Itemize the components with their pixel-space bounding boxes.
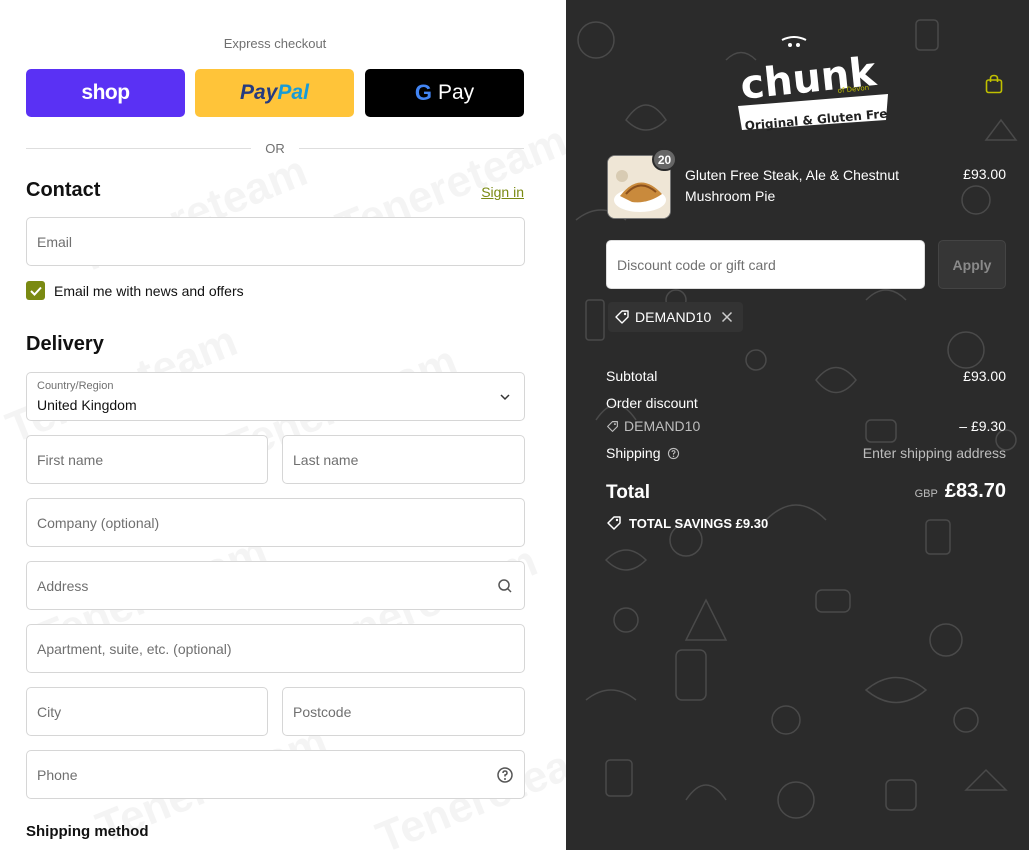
product-name: Gluten Free Steak, Ale & Chestnut Mushro…: [685, 167, 900, 204]
help-circle-icon[interactable]: [667, 447, 680, 460]
discount-code-input[interactable]: Discount code or gift card: [606, 240, 925, 289]
shop-pay-label: shop: [81, 81, 130, 104]
order-discount-row: Order discount: [606, 395, 1006, 411]
order-summary-panel: chunk of Devon Original & Gluten Free 20…: [566, 0, 1029, 850]
search-icon: [498, 579, 512, 593]
discount-value: – £9.30: [959, 418, 1006, 434]
country-value: United Kingdom: [37, 397, 137, 413]
chunk-of-devon-logo: chunk of Devon Original & Gluten Free: [738, 36, 888, 132]
shipping-value: Enter shipping address: [862, 445, 1006, 461]
newsletter-option[interactable]: Email me with news and offers: [26, 281, 244, 300]
discount-placeholder: Discount code or gift card: [617, 257, 776, 273]
paypal-label-pal: Pal: [277, 81, 309, 104]
apartment-placeholder: Apartment, suite, etc. (optional): [37, 641, 232, 657]
city-field[interactable]: City: [26, 687, 268, 736]
paypal-button[interactable]: Pay Pal: [195, 69, 354, 117]
subtotal-row: Subtotal £93.00: [606, 368, 1006, 384]
express-checkout-title: Express checkout: [223, 36, 327, 51]
delivery-title: Delivery: [26, 333, 104, 355]
company-field[interactable]: Company (optional): [26, 498, 525, 547]
tag-icon: [615, 310, 629, 324]
address-field[interactable]: Address: [26, 561, 525, 610]
divider-line: [26, 147, 252, 149]
google-g-icon: G: [414, 80, 432, 105]
tag-icon: [607, 516, 621, 530]
newsletter-label: Email me with news and offers: [54, 282, 244, 299]
email-placeholder: Email: [37, 234, 73, 250]
or-divider: OR: [26, 139, 524, 157]
total-amount: £83.70: [944, 480, 1006, 502]
checkout-form-panel: Tenereteam Tenereteam Tenereteam Teneret…: [0, 0, 566, 850]
shop-pay-button[interactable]: shop: [26, 69, 185, 117]
paypal-label-pay: Pay: [240, 81, 278, 104]
total-currency: GBP: [914, 488, 938, 500]
help-circle-icon[interactable]: [496, 766, 514, 784]
phone-field[interactable]: Phone: [26, 750, 525, 799]
total-savings-label: TOTAL SAVINGS £9.30: [629, 515, 769, 531]
total-savings: TOTAL SAVINGS £9.30: [606, 515, 768, 531]
company-placeholder: Company (optional): [37, 515, 160, 531]
email-field[interactable]: Email: [26, 217, 525, 266]
city-placeholder: City: [37, 704, 62, 720]
last-name-field[interactable]: Last name: [282, 435, 525, 484]
discount-code-row: DEMAND10 – £9.30: [606, 418, 1006, 436]
applied-discount-chip: DEMAND10: [608, 302, 744, 332]
first-name-placeholder: First name: [37, 452, 104, 468]
sign-in-link[interactable]: Sign in: [481, 184, 524, 200]
divider-line: [298, 147, 524, 149]
product-price: £93.00: [963, 166, 1006, 182]
apartment-field[interactable]: Apartment, suite, etc. (optional): [26, 624, 525, 673]
subtotal-label: Subtotal: [606, 368, 658, 384]
remove-discount-icon[interactable]: [721, 311, 733, 323]
total-label: Total: [606, 482, 650, 503]
discount-code-label: DEMAND10: [624, 418, 701, 434]
shopping-bag-icon[interactable]: [985, 74, 1003, 94]
postcode-placeholder: Postcode: [293, 704, 352, 720]
postcode-field[interactable]: Postcode: [282, 687, 525, 736]
or-label: OR: [265, 140, 285, 156]
applied-discount-code: DEMAND10: [635, 309, 712, 325]
phone-placeholder: Phone: [37, 767, 78, 783]
first-name-field[interactable]: First name: [26, 435, 268, 484]
chevron-down-icon: [500, 394, 510, 401]
google-pay-button[interactable]: G Pay: [365, 69, 524, 117]
subtotal-value: £93.00: [963, 368, 1006, 384]
tag-icon: [607, 420, 618, 432]
shipping-row: Shipping Enter shipping address: [606, 445, 1006, 461]
shipping-label: Shipping: [606, 445, 661, 461]
contact-title: Contact: [26, 179, 101, 201]
address-placeholder: Address: [37, 578, 89, 594]
google-pay-label: Pay: [437, 81, 475, 104]
country-select[interactable]: Country/Region United Kingdom: [26, 372, 525, 421]
last-name-placeholder: Last name: [293, 452, 359, 468]
quantity-badge: 20: [652, 148, 677, 171]
newsletter-checkbox[interactable]: [26, 281, 45, 300]
total-row: Total GBP £83.70: [606, 480, 1006, 504]
shipping-method-title: Shipping method: [26, 823, 149, 840]
order-discount-label: Order discount: [606, 395, 698, 411]
country-label: Country/Region: [37, 380, 114, 392]
check-icon: [29, 286, 42, 296]
apply-discount-button[interactable]: Apply: [938, 240, 1006, 289]
